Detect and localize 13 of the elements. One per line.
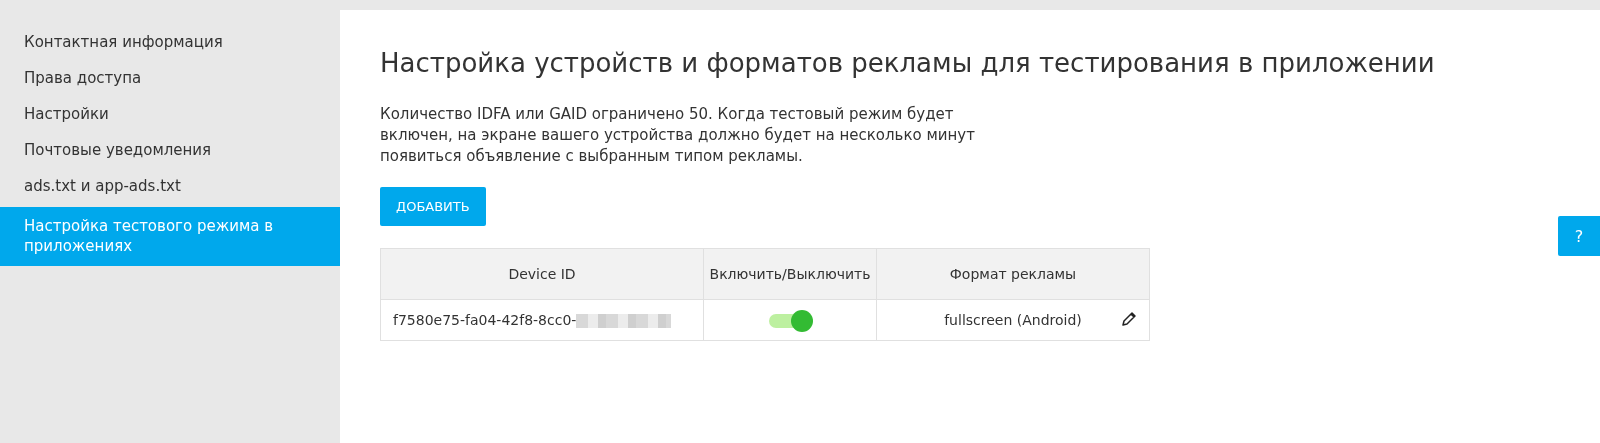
edit-icon[interactable] — [1121, 311, 1137, 327]
device-id: f7580e75-fa04-42f8-8cc0- — [393, 312, 577, 328]
column-header: Включить/Выключить — [703, 248, 877, 300]
sidebar-item[interactable]: Контактная информация — [0, 24, 340, 60]
page-title: Настройка устройств и форматов рекламы для тестирования в приложении — [380, 48, 1436, 78]
sidebar-item[interactable]: Настройки — [0, 96, 340, 132]
sidebar-item[interactable]: ads.txt и app-ads.txt — [0, 168, 340, 204]
column-header: Device ID — [380, 248, 704, 300]
column-header: Формат рекламы — [876, 248, 1150, 300]
description-text: Количество IDFA или GAID ограничено 50. Когда тестовый режим будет включен, на экране вашего устройства должно будет на несколько минут появиться объявление с выбранным типом рекламы. — [380, 104, 976, 167]
sidebar-item[interactable]: Почтовые уведомления — [0, 132, 340, 168]
sidebar-item[interactable]: Права доступа — [0, 60, 340, 96]
ad-format: fullscreen (Android) — [944, 312, 1082, 328]
